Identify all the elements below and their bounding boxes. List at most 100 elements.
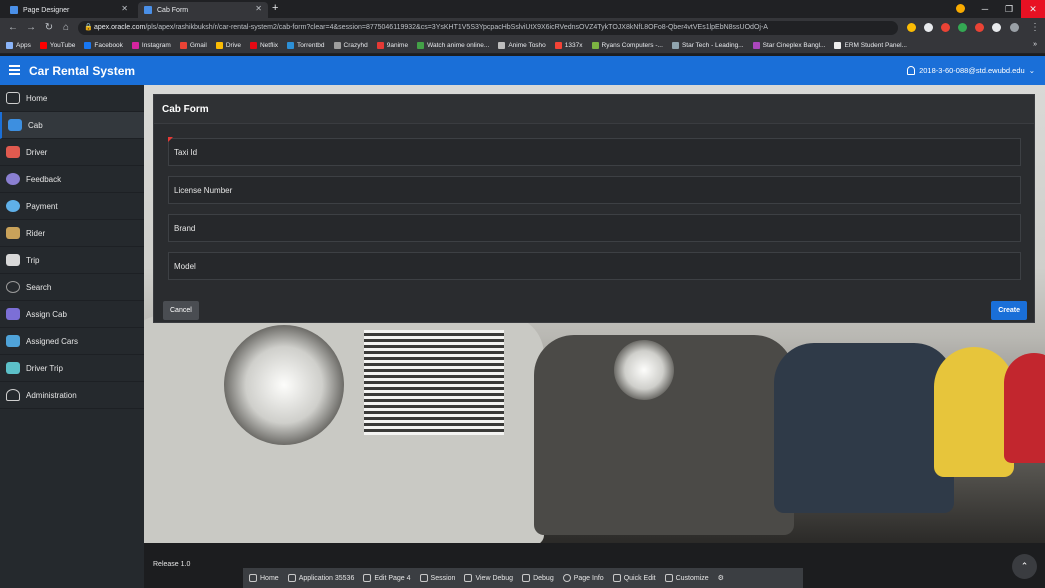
rider-icon (6, 227, 20, 239)
bug-icon (522, 574, 531, 582)
extension-icon[interactable] (941, 23, 950, 32)
car-headlamp-image (614, 340, 674, 400)
feedback-icon (6, 173, 20, 185)
close-tab-icon[interactable]: ✕ (255, 4, 262, 13)
browser-tab[interactable]: Page Designer ✕ (4, 2, 134, 18)
menu-toggle-icon[interactable] (9, 65, 20, 75)
view-debug-icon (464, 574, 473, 582)
bookmark[interactable]: ERM Student Panel... (834, 42, 907, 49)
taxi-id-field[interactable]: Taxi Id (168, 137, 1021, 166)
brand-field[interactable]: Brand (168, 214, 1021, 242)
bookmark[interactable]: Drive (215, 42, 241, 49)
dev-page-info-button[interactable]: Page Info (562, 574, 604, 582)
bookmark[interactable]: Instagram (131, 42, 171, 49)
bookmark[interactable]: Watch anime online... (417, 42, 489, 49)
sidebar-item-search[interactable]: Search (0, 274, 144, 301)
bookmark[interactable]: Netflix (249, 42, 278, 49)
bookmark[interactable]: Torrentbd (287, 42, 325, 49)
forward-icon[interactable]: → (24, 21, 38, 35)
bookmark[interactable]: 9anime (376, 42, 408, 49)
sidebar-item-cab[interactable]: Cab (0, 112, 144, 139)
erm-icon (834, 42, 842, 49)
yellow-car-image (934, 347, 1014, 477)
sidebar-item-feedback[interactable]: Feedback (0, 166, 144, 193)
license-number-field[interactable]: License Number (168, 176, 1021, 204)
search-icon (6, 281, 20, 293)
bookmark[interactable]: Ryans Computers -... (591, 42, 663, 49)
cancel-button[interactable]: Cancel (163, 301, 199, 320)
extension-icon[interactable] (975, 23, 984, 32)
dev-view-debug-button[interactable]: View Debug (464, 574, 513, 582)
dev-settings-button[interactable]: ⚙ (718, 574, 724, 582)
sidebar-item-rider[interactable]: Rider (0, 220, 144, 247)
sidebar-item-driver[interactable]: Driver (0, 139, 144, 166)
dev-customize-button[interactable]: Customize (664, 574, 709, 582)
extension-icon[interactable] (958, 23, 967, 32)
star-cineplex-icon (752, 42, 760, 49)
extension-icon[interactable] (924, 23, 933, 32)
minimize-icon[interactable]: ─ (973, 0, 997, 18)
driver-icon (6, 146, 20, 158)
dev-application-button[interactable]: Application 35536 (287, 574, 354, 582)
sidebar-item-driver-trip[interactable]: Driver Trip (0, 355, 144, 382)
car-headlamp-image (224, 325, 344, 445)
bookmark[interactable]: Star Tech - Leading... (671, 42, 744, 49)
bookmark[interactable]: 1337x (554, 42, 583, 49)
release-label: Release 1.0 (153, 561, 191, 568)
browser-menu-icon[interactable]: ⋮ (1028, 21, 1042, 35)
netflix-icon (249, 42, 257, 49)
home-browser-icon[interactable]: ⌂ (59, 21, 73, 35)
bookmark[interactable]: Apps (6, 42, 31, 49)
sidebar-item-administration[interactable]: Administration (0, 382, 144, 409)
dev-edit-page-button[interactable]: Edit Page 4 (363, 574, 411, 582)
gear-icon: ⚙ (717, 575, 724, 582)
close-window-icon[interactable]: ✕ (1021, 0, 1045, 18)
sidebar-item-payment[interactable]: Payment (0, 193, 144, 220)
bookmark[interactable]: Crazyhd (333, 42, 368, 49)
app-header: Car Rental System 2018-3-60-088@std.ewub… (0, 56, 1045, 85)
info-icon (562, 574, 571, 582)
sidebar-item-home[interactable]: Home (0, 85, 144, 112)
bookmark[interactable]: Anime Tosho (498, 42, 546, 49)
sidebar-item-assigned-cars[interactable]: Assigned Cars (0, 328, 144, 355)
car-grille-image (364, 330, 504, 435)
dev-debug-button[interactable]: Debug (522, 574, 554, 582)
sidebar-item-assign-cab[interactable]: Assign Cab (0, 301, 144, 328)
url-bar[interactable]: 🔒 apex.oracle.com/pls/apex/rashikbuksh/r… (78, 21, 898, 35)
dev-home-button[interactable]: Home (249, 574, 279, 582)
drive-icon (215, 42, 223, 49)
extensions-puzzle-icon[interactable] (992, 23, 1001, 32)
home-icon (249, 574, 257, 582)
close-tab-icon[interactable]: ✕ (121, 4, 128, 13)
reload-icon[interactable]: ↻ (42, 21, 56, 35)
dev-quick-edit-button[interactable]: Quick Edit (612, 574, 656, 582)
maximize-icon[interactable]: ❐ (997, 0, 1021, 18)
cab-form-favicon-icon (144, 6, 152, 14)
scroll-to-top-button[interactable]: ⌃ (1012, 554, 1037, 579)
required-indicator-icon (168, 137, 173, 142)
new-tab-button[interactable]: + (272, 2, 278, 14)
page-designer-favicon-icon (10, 6, 18, 14)
model-field[interactable]: Model (168, 252, 1021, 280)
extension-icon[interactable] (907, 23, 916, 32)
app-title[interactable]: Car Rental System (29, 64, 135, 78)
user-menu[interactable]: 2018-3-60-088@std.ewubd.edu ⌄ (907, 66, 1035, 75)
more-bookmarks-button[interactable]: » (1033, 41, 1037, 48)
create-button[interactable]: Create (991, 301, 1027, 320)
crazyhd-icon (333, 42, 341, 49)
back-icon[interactable]: ← (6, 21, 20, 35)
main-content: Cab Form Taxi Id License Number Brand Mo… (144, 85, 1045, 588)
browser-tab-active[interactable]: Cab Form ✕ (138, 2, 268, 18)
dev-session-button[interactable]: Session (419, 574, 455, 582)
developer-toolbar: Home Application 35536 Edit Page 4 Sessi… (243, 568, 803, 588)
bookmark[interactable]: Facebook (84, 42, 123, 49)
sidebar-item-trip[interactable]: Trip (0, 247, 144, 274)
bookmark[interactable]: Star Cineplex Bangl... (752, 42, 825, 49)
bookmark[interactable]: YouTube (39, 42, 75, 49)
youtube-icon (39, 42, 47, 49)
bookmark[interactable]: Gmail (179, 42, 207, 49)
profile-badge-icon[interactable] (956, 4, 965, 13)
profile-avatar-icon[interactable] (1010, 23, 1019, 32)
red-car-image (1004, 353, 1045, 463)
bookmarks-bar: Apps YouTube Facebook Instagram Gmail Dr… (0, 38, 1045, 54)
